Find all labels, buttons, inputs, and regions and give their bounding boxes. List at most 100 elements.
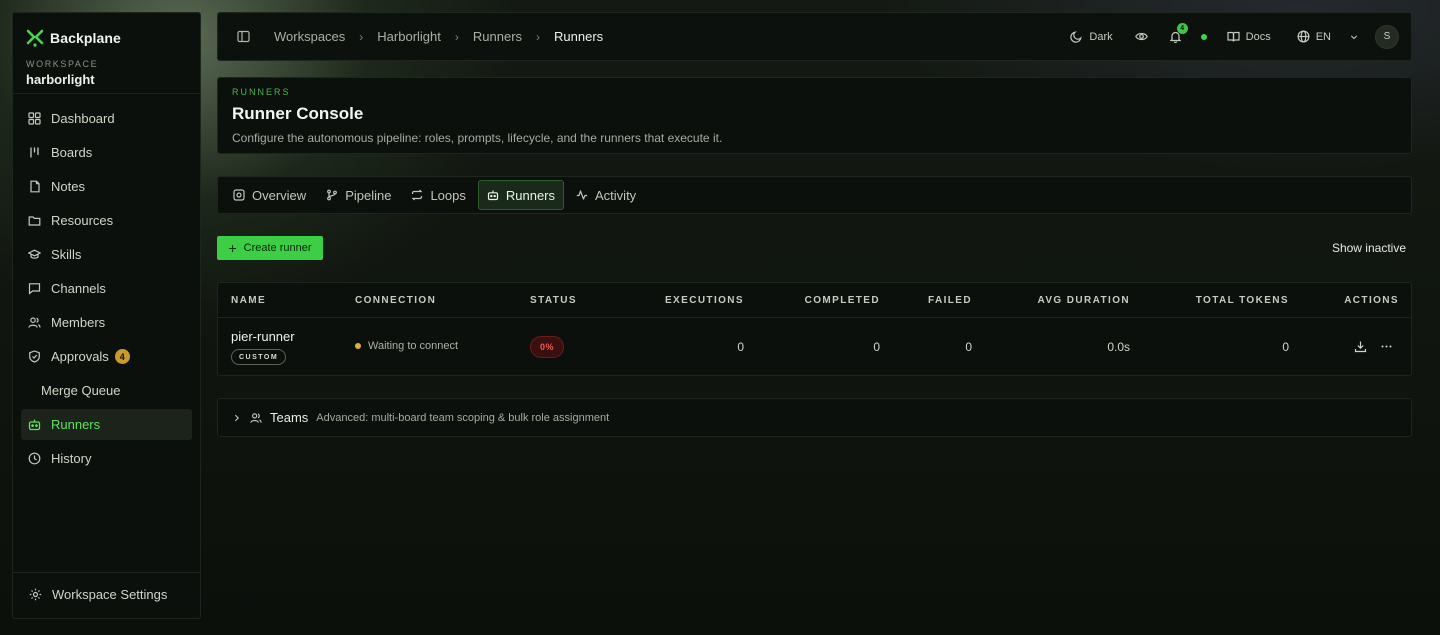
sidebar-item-label: Resources xyxy=(51,213,114,228)
theme-toggle[interactable]: Dark xyxy=(1070,30,1113,43)
notifications-button[interactable]: 4 xyxy=(1169,22,1188,44)
sidebar-item-members[interactable]: Members xyxy=(21,307,192,338)
total-tokens-value: 0 xyxy=(1282,340,1289,354)
breadcrumb-runners[interactable]: Runners xyxy=(473,29,522,44)
sidebar-item-label: Notes xyxy=(51,179,85,194)
docs-label: Docs xyxy=(1245,30,1271,43)
console-tabs: Overview Pipeline Loops Runners Activity xyxy=(217,176,1412,214)
sidebar-item-label: Members xyxy=(51,315,106,330)
workspace-caption: WORKSPACE xyxy=(26,59,99,69)
docs-link[interactable]: Docs xyxy=(1227,30,1271,43)
activity-icon xyxy=(576,190,588,200)
sidebar-item-label: Approvals xyxy=(51,349,109,364)
tab-label: Runners xyxy=(505,187,556,203)
breadcrumb-separator-icon: › xyxy=(359,29,364,44)
workspace-settings-link[interactable]: Workspace Settings xyxy=(29,587,167,602)
breadcrumb-harborlight[interactable]: Harborlight xyxy=(377,29,441,44)
connection-status: Waiting to connect xyxy=(355,340,458,352)
bot-icon xyxy=(28,419,41,431)
create-runner-button[interactable]: + Create runner xyxy=(217,236,323,260)
avg-duration-value: 0.0s xyxy=(1107,340,1130,354)
sidebar-item-dashboard[interactable]: Dashboard xyxy=(21,103,192,134)
page-title: Runner Console xyxy=(232,104,364,123)
notification-count-badge: 4 xyxy=(1176,22,1188,34)
sidebar-item-skills[interactable]: Skills xyxy=(21,239,192,270)
breadcrumb-workspaces[interactable]: Workspaces xyxy=(274,29,345,44)
sidebar-item-channels[interactable]: Channels xyxy=(21,273,192,304)
tab-label: Activity xyxy=(595,187,637,203)
breadcrumb: Workspaces › Harborlight › Runners › Run… xyxy=(274,13,603,60)
sidebar-item-merge-queue[interactable]: Merge Queue xyxy=(21,375,192,406)
sidebar-item-notes[interactable]: Notes xyxy=(21,171,192,202)
language-label: EN xyxy=(1315,30,1331,43)
sidebar-item-resources[interactable]: Resources xyxy=(21,205,192,236)
teams-section[interactable]: Teams Advanced: multi-board team scoping… xyxy=(217,398,1412,437)
chevron-right-icon[interactable] xyxy=(232,413,242,423)
download-icon[interactable] xyxy=(1354,340,1367,353)
tab-runners[interactable]: Runners xyxy=(477,180,565,210)
sidebar: Backplane WORKSPACE harborlight Dashboar… xyxy=(12,12,201,619)
tab-loops[interactable]: Loops xyxy=(403,180,473,210)
top-bar: Workspaces › Harborlight › Runners › Run… xyxy=(217,12,1412,61)
approvals-count-badge: 4 xyxy=(114,349,130,364)
folder-icon xyxy=(28,216,41,226)
column-header-total-tokens: TOTAL TOKENS xyxy=(1195,295,1289,306)
moon-icon xyxy=(1070,31,1083,43)
more-options-icon[interactable] xyxy=(1380,340,1393,353)
sidebar-toggle-icon[interactable] xyxy=(237,30,250,43)
tab-label: Pipeline xyxy=(345,187,392,203)
status-badge: 0% xyxy=(530,336,564,358)
sidebar-item-label: Merge Queue xyxy=(41,383,121,398)
gear-icon xyxy=(29,588,42,601)
chevron-down-icon[interactable] xyxy=(1349,32,1359,42)
tab-overview[interactable]: Overview xyxy=(225,180,314,210)
table-header: NAME CONNECTION STATUS EXECUTIONS COMPLE… xyxy=(218,283,1411,318)
show-inactive-toggle[interactable]: Show inactive xyxy=(1332,241,1406,255)
sidebar-item-approvals[interactable]: Approvals 4 xyxy=(21,341,192,372)
tab-pipeline[interactable]: Pipeline xyxy=(318,180,399,210)
boards-icon xyxy=(30,147,39,158)
users-icon xyxy=(28,317,41,328)
user-avatar[interactable]: S xyxy=(1375,24,1399,49)
runner-name[interactable]: pier-runner xyxy=(231,329,295,344)
executions-value: 0 xyxy=(737,340,744,354)
dashboard-icon xyxy=(28,112,41,125)
create-runner-label: Create runner xyxy=(243,242,312,254)
column-header-actions: ACTIONS xyxy=(1344,295,1399,306)
sidebar-item-label: Skills xyxy=(51,247,82,262)
column-header-connection: CONNECTION xyxy=(355,295,437,306)
column-header-executions: EXECUTIONS xyxy=(664,295,744,306)
brand[interactable]: Backplane xyxy=(26,27,121,49)
sidebar-item-boards[interactable]: Boards xyxy=(21,137,192,168)
bot-icon xyxy=(487,190,498,201)
language-select[interactable]: EN xyxy=(1297,30,1331,43)
breadcrumb-current: Runners xyxy=(554,29,604,44)
plus-icon: + xyxy=(228,240,237,256)
sidebar-item-history[interactable]: History xyxy=(21,443,192,474)
connection-label: Waiting to connect xyxy=(368,340,459,352)
breadcrumb-separator-icon: › xyxy=(536,29,541,44)
loop-icon xyxy=(412,189,423,201)
tab-label: Overview xyxy=(252,187,307,203)
completed-value: 0 xyxy=(873,340,880,354)
clock-icon xyxy=(28,452,41,465)
sidebar-item-label: Boards xyxy=(51,145,93,160)
table-row[interactable]: pier-runner CUSTOM Waiting to connect 0%… xyxy=(218,318,1411,375)
eye-icon[interactable] xyxy=(1134,30,1148,43)
sidebar-item-label: History xyxy=(51,451,92,466)
page-header: RUNNERS Runner Console Configure the aut… xyxy=(217,77,1412,154)
users-icon xyxy=(250,412,262,423)
backplane-logo-icon xyxy=(26,29,44,47)
online-status-dot xyxy=(1200,33,1207,40)
column-header-status: STATUS xyxy=(530,295,577,306)
breadcrumb-separator-icon: › xyxy=(454,29,459,44)
connection-dot xyxy=(355,343,361,349)
workspace-settings-label: Workspace Settings xyxy=(52,587,168,602)
teams-description: Advanced: multi-board team scoping & bul… xyxy=(316,411,610,424)
runner-type-tag: CUSTOM xyxy=(231,349,287,365)
sidebar-nav: Dashboard Boards Notes Resources Skills … xyxy=(21,103,192,477)
sidebar-item-runners[interactable]: Runners xyxy=(21,409,192,440)
book-icon xyxy=(1227,31,1240,42)
tab-activity[interactable]: Activity xyxy=(568,180,644,210)
workspace-name[interactable]: harborlight xyxy=(26,72,95,87)
